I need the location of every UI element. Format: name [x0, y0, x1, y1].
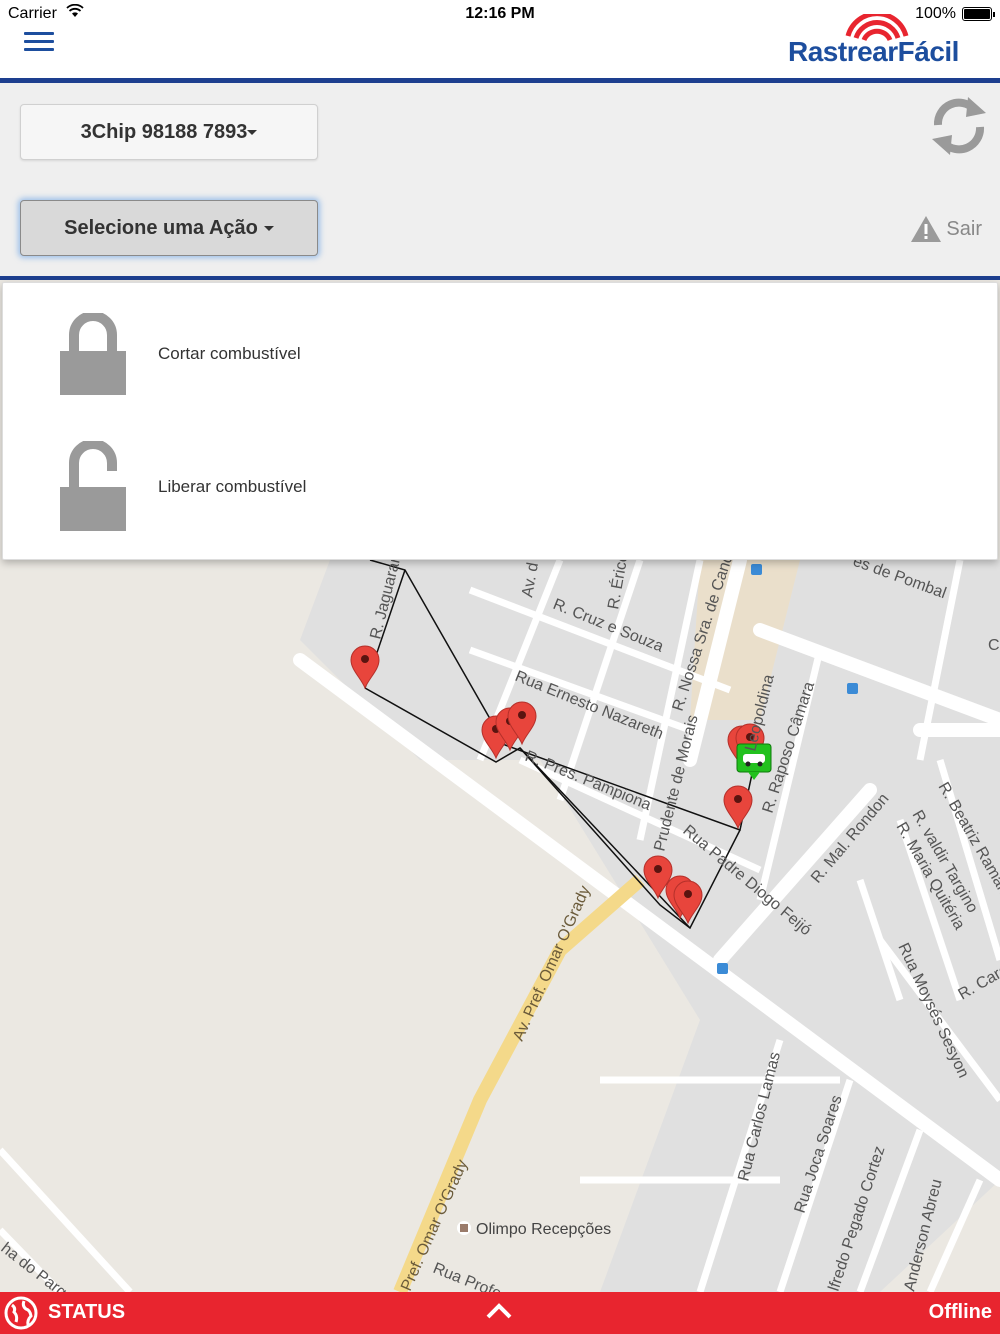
menu-item-release-fuel[interactable]: Liberar combustível [3, 416, 999, 549]
brand-logo: RastrearFácil [786, 14, 976, 78]
street-label: Av. Pref. Omar O'Grady [510, 883, 594, 1043]
street-label: Rua Profe [431, 1260, 504, 1292]
street-label: ha do Parque [0, 1240, 84, 1292]
warning-icon [911, 216, 942, 242]
poi-label: Olimpo Recepções [476, 1221, 611, 1238]
control-panel: 3Chip 98188 7893 Selecione uma Ação Sair [0, 83, 1000, 276]
status-toggle-label[interactable]: STATUS [48, 1301, 125, 1324]
brand-name-part1: Rastrear [788, 36, 898, 67]
hamburger-menu-icon[interactable] [24, 32, 54, 54]
action-label: Selecione uma Ação [64, 217, 258, 239]
menu-item-label: Cortar combustível [158, 344, 301, 363]
menu-item-label: Liberar combustível [158, 477, 307, 496]
brand-name-part2: Fácil [897, 36, 960, 67]
logout-button[interactable]: Sair [910, 215, 982, 245]
device-label: 3Chip 98188 7893 [80, 121, 248, 143]
action-selector-button[interactable]: Selecione uma Ação [20, 200, 318, 256]
logout-label: Sair [946, 217, 982, 240]
refresh-icon[interactable] [930, 95, 988, 157]
chevron-up-icon[interactable] [484, 1302, 514, 1320]
action-dropdown-menu: Cortar combustível Liberar combustível [2, 282, 998, 560]
app-header: RastrearFácil [0, 14, 1000, 78]
lock-open-icon [60, 441, 126, 531]
caret-down-icon [247, 130, 258, 136]
bottom-status-bar: STATUS Offline [0, 1292, 1000, 1334]
lock-closed-icon [60, 313, 126, 395]
caret-down-icon [263, 226, 274, 232]
menu-item-cut-fuel[interactable]: Cortar combustível [3, 283, 999, 416]
street-label: C [988, 637, 1000, 654]
device-selector-button[interactable]: 3Chip 98188 7893 [20, 104, 318, 160]
connection-status: Offline [928, 1301, 992, 1323]
globe-icon [4, 1296, 38, 1330]
